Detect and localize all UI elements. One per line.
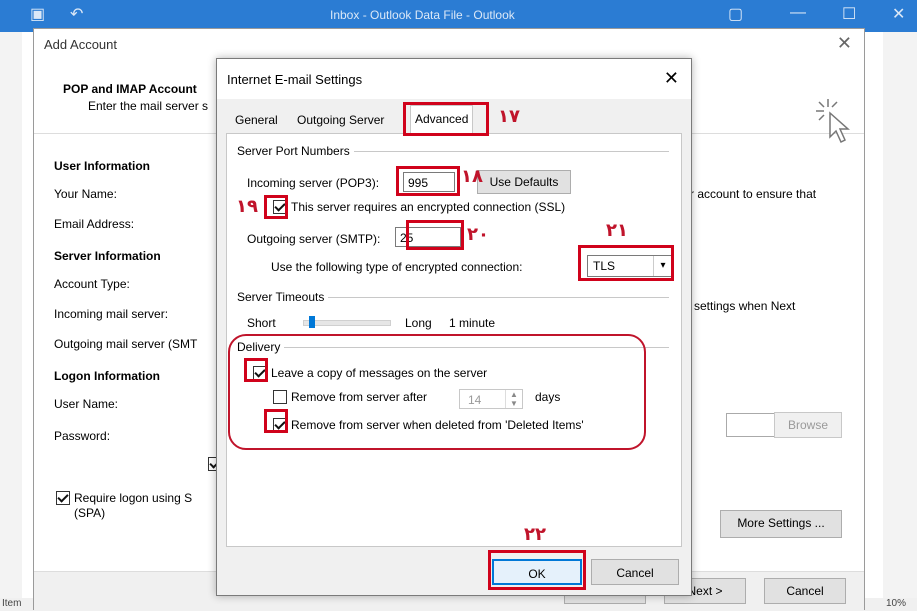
timeout-slider-thumb[interactable] xyxy=(309,316,315,328)
timeout-value: 1 minute xyxy=(449,316,496,330)
wizard-right-text-2: settings when Next xyxy=(694,299,796,313)
spa-checkbox[interactable] xyxy=(56,491,70,505)
spa-label: Require logon using S xyxy=(74,491,193,505)
annotation-marker-18: ۱۸ xyxy=(461,166,483,187)
annotation-box-ok xyxy=(488,550,586,590)
wizard-header-subtitle: Enter the mail server s xyxy=(88,99,209,113)
cancel-button[interactable]: Cancel xyxy=(591,559,679,585)
your-name-label: Your Name: xyxy=(54,187,117,201)
wizard-right-text-1: r account to ensure that xyxy=(690,187,817,201)
annotation-box-leave-copy xyxy=(244,358,268,382)
annotation-outline-delivery xyxy=(228,334,646,450)
status-item-count: Item xyxy=(2,598,22,609)
annotation-marker-21: ۲۱ xyxy=(606,220,628,241)
cancel-button[interactable]: Cancel xyxy=(764,578,846,604)
spa-label-2: (SPA) xyxy=(74,506,106,520)
internet-email-settings-dialog: Internet E-mail Settings ✕ General Outgo… xyxy=(216,58,692,596)
user-name-label: User Name: xyxy=(54,397,119,411)
annotation-marker-19: ۱۹ xyxy=(236,196,258,217)
zoom-level: 10% xyxy=(886,598,907,609)
incoming-mail-server-label: Incoming mail server: xyxy=(54,307,169,321)
timeout-long-label: Long xyxy=(405,316,432,330)
server-info-heading: Server Information xyxy=(54,249,161,263)
browse-button[interactable]: Browse xyxy=(774,412,842,438)
wizard-header-title: POP and IMAP Account xyxy=(63,82,197,96)
outlook-nav-pane xyxy=(0,32,22,611)
ribbon-display-icon[interactable]: ▢ xyxy=(728,4,743,24)
outgoing-port-label: Outgoing server (SMTP): xyxy=(247,232,381,246)
user-info-heading: User Information xyxy=(54,159,151,173)
use-defaults-button[interactable]: Use Defaults xyxy=(477,170,571,194)
account-type-label: Account Type: xyxy=(54,277,130,291)
ssl-label: This server requires an encrypted connec… xyxy=(291,200,566,214)
outlook-app-icon: ▣ xyxy=(30,6,46,23)
tab-outgoing-server[interactable]: Outgoing Server xyxy=(293,107,388,133)
more-settings-button[interactable]: More Settings ... xyxy=(720,510,842,538)
annotation-box-encryption xyxy=(578,245,674,281)
outlook-right-pane xyxy=(883,32,917,611)
close-icon[interactable]: ✕ xyxy=(837,33,852,54)
timeout-slider[interactable] xyxy=(303,320,391,326)
dialog-titlebar: Internet E-mail Settings ✕ xyxy=(217,59,691,99)
wizard-cursor-icon xyxy=(816,99,850,144)
timeout-short-label: Short xyxy=(247,316,276,330)
annotation-box-outgoing-port xyxy=(406,220,464,250)
server-port-heading: Server Port Numbers xyxy=(237,144,354,158)
encryption-type-label: Use the following type of encrypted conn… xyxy=(271,260,523,274)
annotation-marker-22: ۲۲ xyxy=(524,524,546,545)
annotation-box-remove-deleted xyxy=(264,409,288,433)
close-icon[interactable]: ✕ xyxy=(892,4,905,24)
annotation-marker-20: ۲۰ xyxy=(467,224,489,245)
email-address-label: Email Address: xyxy=(54,217,135,231)
annotation-marker-17: ۱۷ xyxy=(498,106,520,127)
incoming-port-label: Incoming server (POP3): xyxy=(247,176,380,190)
annotation-box-incoming-port xyxy=(396,166,460,196)
logon-info-heading: Logon Information xyxy=(54,369,160,383)
outlook-window-title: Inbox - Outlook Data File - Outlook xyxy=(330,8,515,22)
dialog-title: Internet E-mail Settings xyxy=(227,72,363,87)
outgoing-mail-server-label: Outgoing mail server (SMT xyxy=(54,337,198,351)
annotation-box-ssl xyxy=(264,195,288,219)
maximize-icon[interactable]: ☐ xyxy=(842,4,856,24)
close-icon[interactable]: ✕ xyxy=(664,68,679,89)
password-label: Password: xyxy=(54,429,111,443)
browse-path-input[interactable] xyxy=(726,413,776,437)
add-account-title: Add Account xyxy=(44,37,117,52)
tab-general[interactable]: General xyxy=(231,107,282,133)
annotation-box-advanced-tab xyxy=(403,102,489,136)
server-timeouts-heading: Server Timeouts xyxy=(237,290,329,304)
undo-icon[interactable]: ↶ xyxy=(70,4,83,24)
minimize-icon[interactable]: — xyxy=(790,4,806,22)
